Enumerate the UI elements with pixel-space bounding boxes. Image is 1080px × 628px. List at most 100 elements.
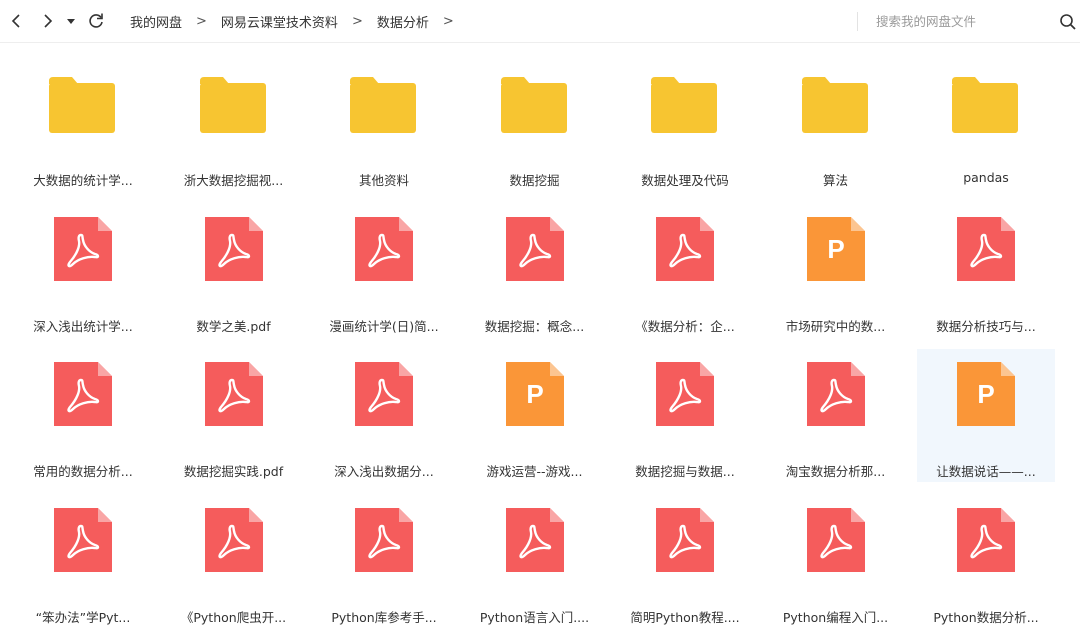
- breadcrumb-item-tech-materials[interactable]: 网易云课堂技术资料: [221, 12, 338, 31]
- file-item[interactable]: P 市场研究中的数...: [767, 204, 905, 337]
- file-name: 漫画统计学(日)简...: [329, 318, 439, 334]
- search-button[interactable]: [1058, 12, 1078, 32]
- file-item[interactable]: 数学之美.pdf: [165, 204, 303, 337]
- file-item[interactable]: 深入浅出数据分...: [315, 349, 453, 482]
- file-item[interactable]: Python库参考手...: [315, 495, 453, 628]
- folder-icon: [952, 77, 1018, 133]
- file-name: 大数据的统计学...: [33, 173, 133, 188]
- file-thumbnail: [165, 58, 303, 168]
- file-name: 《数据分析：企...: [635, 318, 735, 334]
- file-name: 《Python爬虫开...: [180, 610, 287, 626]
- toolbar: 我的网盘 > 网易云课堂技术资料 > 数据分析 >: [0, 0, 1080, 43]
- folder-icon: [801, 77, 868, 133]
- file-name: Python库参考手...: [331, 610, 437, 626]
- refresh-button[interactable]: [84, 9, 108, 33]
- file-item[interactable]: 漫画统计学(日)简...: [315, 204, 453, 337]
- pdf-file-icon: [54, 362, 112, 427]
- file-item[interactable]: P 让数据说话——...: [917, 349, 1055, 483]
- folder-item[interactable]: 大数据的统计学...: [14, 58, 152, 191]
- file-item[interactable]: 深入浅出统计学...: [14, 204, 152, 337]
- file-thumbnail: [315, 349, 453, 459]
- file-thumbnail: [616, 204, 754, 314]
- chevron-left-icon: [11, 14, 20, 28]
- file-item[interactable]: Python数据分析...: [917, 495, 1055, 628]
- file-name: 淘宝数据分析那...: [785, 464, 886, 480]
- breadcrumb-item-my-disk[interactable]: 我的网盘: [130, 12, 182, 31]
- folder-item[interactable]: 数据挖掘: [466, 58, 604, 191]
- file-thumbnail: [466, 204, 604, 314]
- file-item[interactable]: 《Python爬虫开...: [165, 495, 303, 628]
- file-item[interactable]: Python编程入门...: [767, 495, 905, 628]
- svg-text:P: P: [827, 234, 844, 264]
- divider: [857, 12, 858, 31]
- file-item[interactable]: 《数据分析：企...: [616, 204, 754, 337]
- search-icon: [1060, 14, 1076, 30]
- file-thumbnail: [616, 349, 754, 459]
- folder-item[interactable]: 算法: [767, 58, 905, 191]
- file-item[interactable]: Python语言入门....: [466, 495, 604, 628]
- file-name: 深入浅出统计学...: [33, 318, 133, 334]
- breadcrumb-separator: >: [196, 14, 207, 29]
- file-thumbnail: [917, 495, 1055, 605]
- back-button[interactable]: [4, 9, 28, 33]
- folder-item[interactable]: 其他资料: [315, 58, 453, 191]
- file-item[interactable]: “笨办法”学Pyt...: [14, 495, 152, 628]
- refresh-icon: [89, 13, 103, 28]
- breadcrumb-separator: >: [351, 14, 363, 29]
- file-name: 数据挖掘: [509, 173, 560, 188]
- pdf-file-icon: [204, 216, 263, 281]
- pdf-file-icon: [204, 508, 263, 573]
- file-thumbnail: [315, 495, 453, 605]
- file-item[interactable]: 淘宝数据分析那...: [767, 349, 905, 482]
- file-thumbnail: [14, 349, 152, 459]
- file-name: 算法: [822, 173, 848, 188]
- file-name: Python语言入门....: [479, 610, 590, 626]
- folder-item[interactable]: 数据处理及代码: [616, 58, 754, 191]
- file-thumbnail: [14, 58, 152, 168]
- file-thumbnail: P: [466, 349, 604, 459]
- file-thumbnail: [616, 58, 754, 168]
- file-item[interactable]: 简明Python教程....: [616, 495, 754, 628]
- file-name: 市场研究中的数...: [785, 318, 886, 334]
- breadcrumb: 我的网盘 > 网易云课堂技术资料 > 数据分析 >: [130, 0, 468, 43]
- search-input[interactable]: [872, 9, 1060, 33]
- file-thumbnail: [165, 349, 303, 459]
- file-name: 数据挖掘与数据...: [635, 464, 735, 480]
- folder-item[interactable]: pandas: [917, 58, 1055, 191]
- file-item[interactable]: 数据挖掘实践.pdf: [165, 349, 303, 482]
- file-item[interactable]: 常用的数据分析...: [14, 349, 152, 482]
- pdf-file-icon: [355, 508, 413, 573]
- pdf-file-icon: [806, 508, 865, 573]
- breadcrumb-item-data-analysis[interactable]: 数据分析: [377, 12, 429, 31]
- pdf-file-icon: [656, 362, 714, 427]
- file-item[interactable]: 数据挖掘与数据...: [616, 349, 754, 482]
- file-thumbnail: [767, 349, 905, 459]
- svg-text:P: P: [526, 379, 543, 409]
- svg-text:P: P: [977, 379, 994, 409]
- pdf-file-icon: [355, 362, 413, 427]
- ppt-file-icon: P: [505, 362, 564, 427]
- folder-item[interactable]: 浙大数据挖掘视...: [165, 58, 303, 191]
- pdf-file-icon: [505, 508, 564, 573]
- caret-down-icon: [67, 19, 75, 24]
- forward-button[interactable]: [36, 9, 60, 33]
- history-dropdown[interactable]: [63, 9, 79, 33]
- pdf-file-icon: [806, 362, 865, 427]
- file-thumbnail: [466, 495, 604, 605]
- file-name: 浙大数据挖掘视...: [183, 173, 284, 188]
- pdf-file-icon: [54, 508, 112, 573]
- file-item[interactable]: 数据分析技巧与...: [917, 204, 1055, 337]
- file-item[interactable]: P 游戏运营--游戏...: [466, 349, 604, 482]
- file-thumbnail: P: [767, 204, 905, 314]
- breadcrumb-dropdown[interactable]: >: [443, 14, 454, 29]
- pdf-file-icon: [204, 362, 263, 427]
- file-item[interactable]: 数据挖掘：概念...: [466, 204, 604, 337]
- file-thumbnail: [767, 495, 905, 605]
- file-name: “笨办法”学Pyt...: [35, 610, 131, 626]
- file-thumbnail: [165, 204, 303, 314]
- file-thumbnail: [917, 204, 1055, 314]
- chevron-right-icon: [44, 14, 53, 28]
- file-thumbnail: [315, 204, 453, 314]
- file-name: 游戏运营--游戏...: [486, 464, 583, 480]
- file-name: 数学之美.pdf: [196, 318, 271, 334]
